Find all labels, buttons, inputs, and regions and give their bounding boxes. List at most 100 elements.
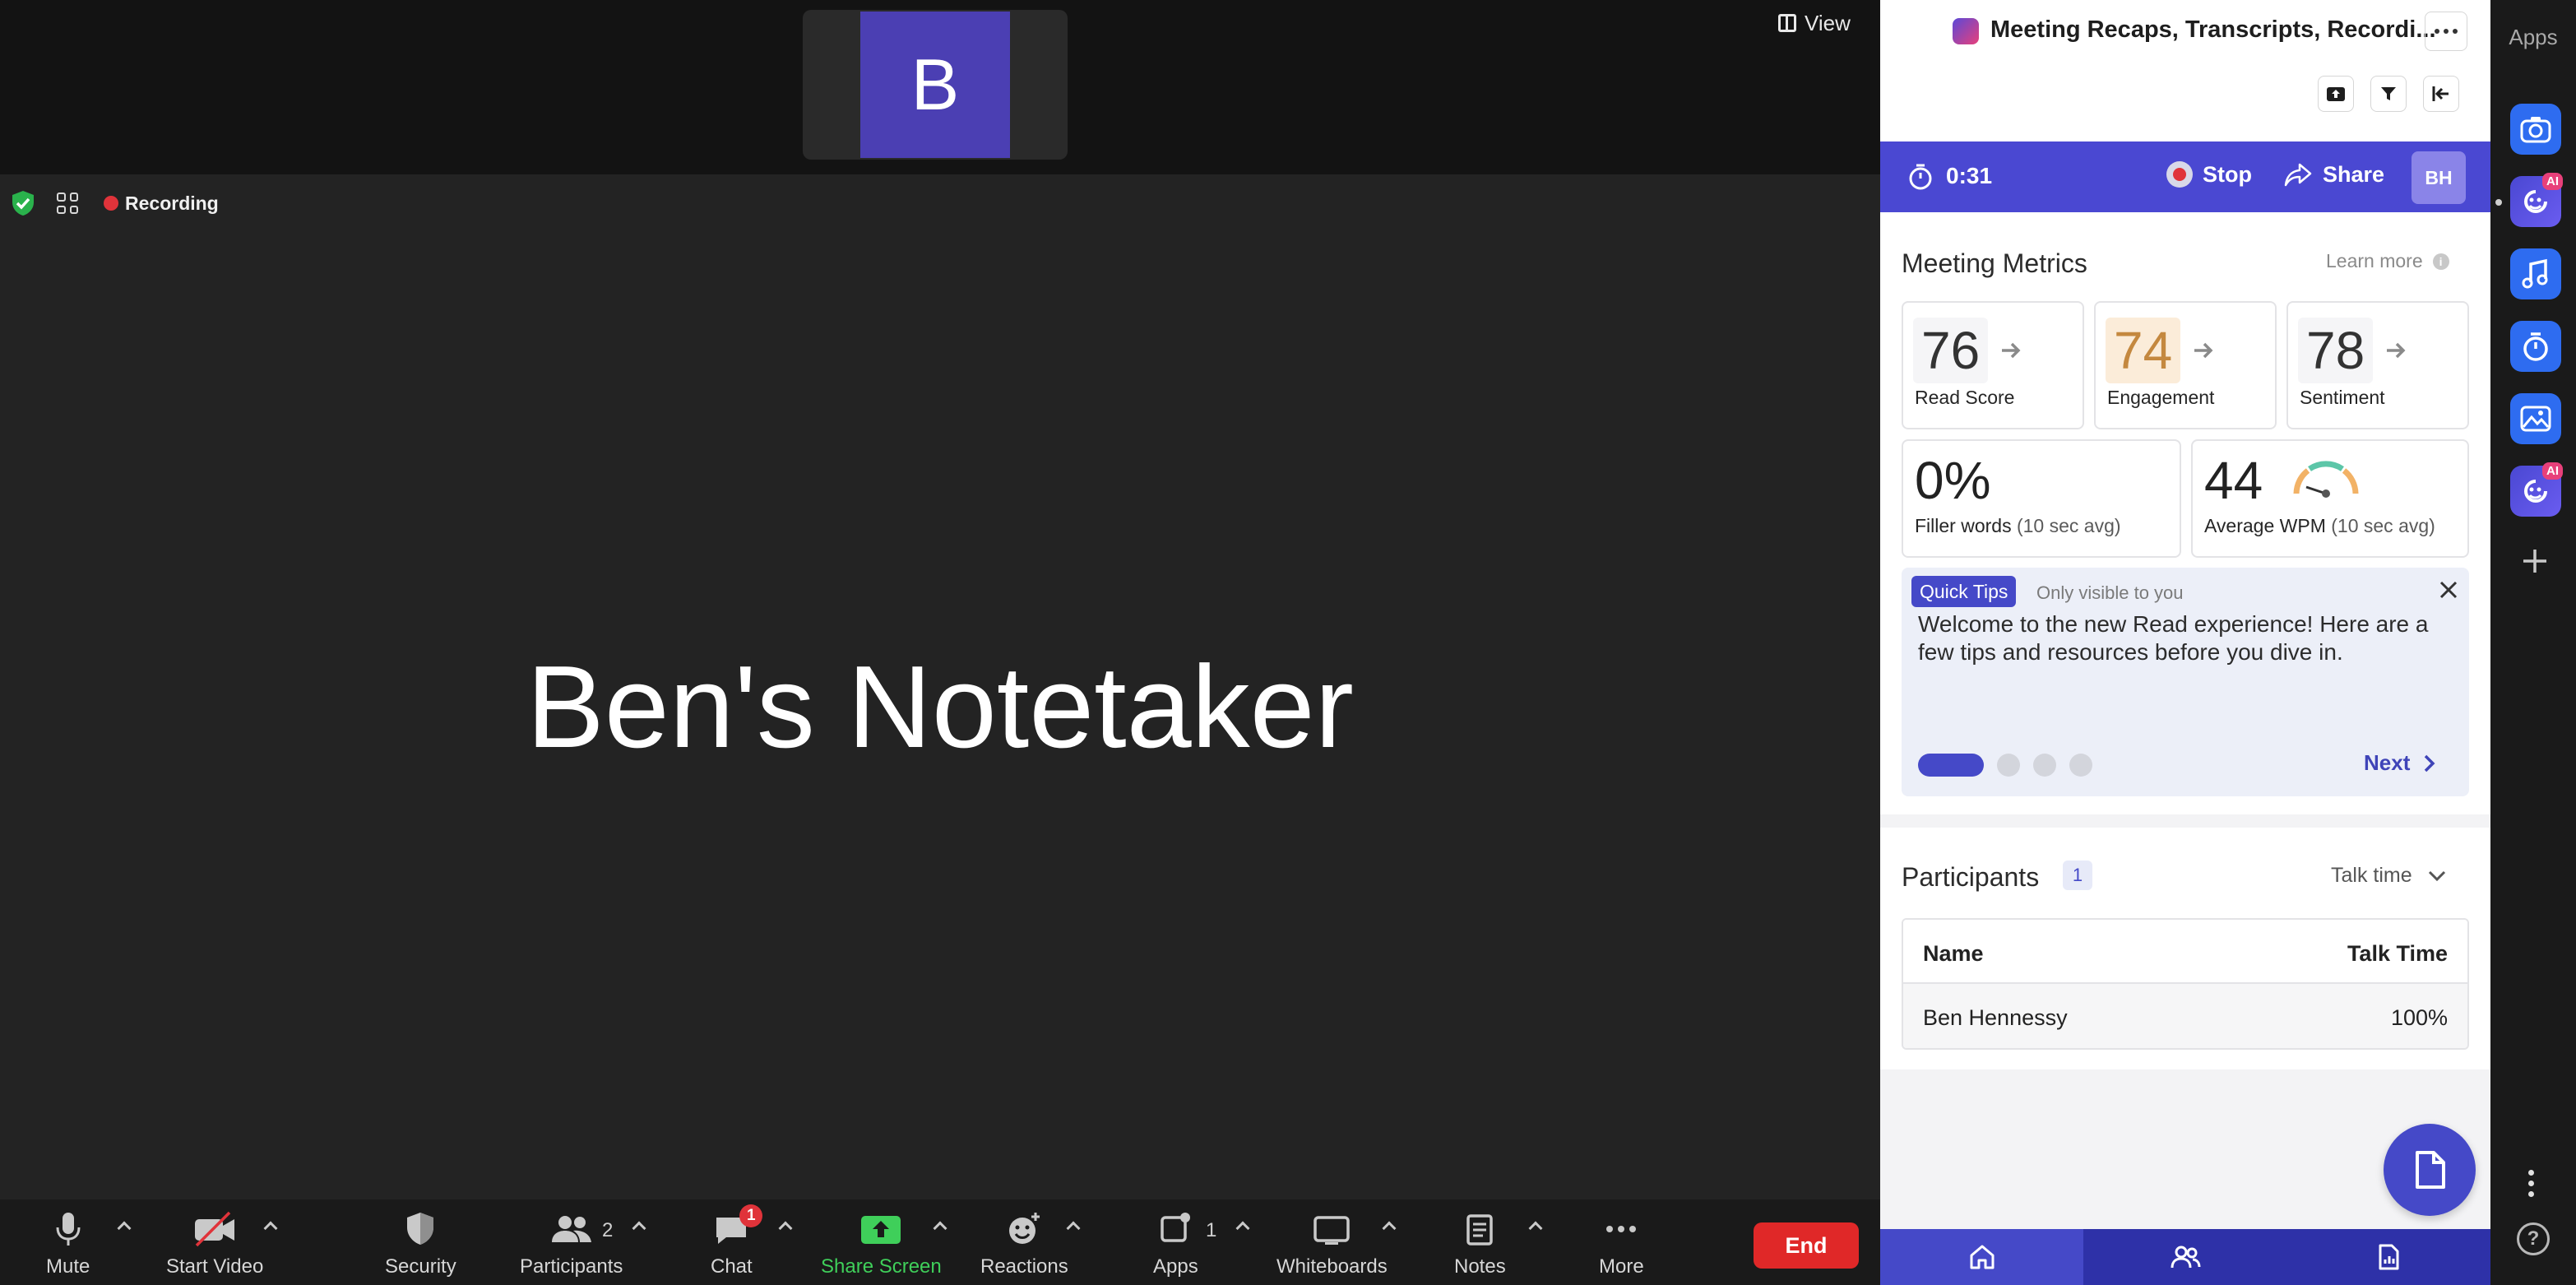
sentiment-card[interactable]: 78 Sentiment (2286, 301, 2469, 429)
nav-tab-reports[interactable] (2287, 1229, 2490, 1285)
panel-bottom-nav (1880, 1229, 2490, 1285)
mute-button[interactable]: Mute (46, 1208, 90, 1282)
more-dots-icon (1601, 1208, 1641, 1250)
more-button[interactable]: More (1599, 1208, 1644, 1282)
rail-app-read-ai-2[interactable]: AI (2510, 462, 2563, 517)
tips-next-button[interactable]: Next (2364, 750, 2436, 776)
meeting-area: B View Recording Ben's Notetaker Mute St… (0, 0, 1880, 1285)
apps-options-caret[interactable] (1235, 1219, 1250, 1234)
audio-options-caret[interactable] (117, 1219, 132, 1234)
table-header: Name Talk Time (1903, 920, 2467, 984)
reactions-label: Reactions (980, 1255, 1068, 1278)
chevron-right-icon (2425, 754, 2435, 772)
reactions-options-caret[interactable] (1066, 1219, 1081, 1234)
filler-words-value: 0% (1915, 451, 1991, 510)
meeting-info-grid-icon[interactable] (53, 188, 82, 218)
recording-dot-icon (104, 196, 118, 211)
nav-tab-home[interactable] (1880, 1229, 2084, 1285)
chat-button[interactable]: 1 Chat (711, 1204, 763, 1282)
chat-bubble-icon: 1 (711, 1204, 763, 1250)
panel-popout-button[interactable] (2318, 76, 2354, 112)
whiteboards-button[interactable]: Whiteboards (1276, 1208, 1388, 1282)
end-meeting-button[interactable]: End (1754, 1222, 1859, 1269)
read-score-value: 76 (1913, 318, 1989, 383)
table-row[interactable]: Ben Hennessy 100% (1903, 984, 2467, 1048)
arrow-right-icon (2387, 342, 2406, 359)
document-fab-button[interactable] (2384, 1124, 2476, 1216)
rail-app-backgrounds[interactable] (2510, 393, 2561, 444)
stopwatch-icon (1909, 164, 1932, 190)
learn-more-label: Learn more (2326, 250, 2423, 271)
quick-tips-card: Quick Tips Only visible to you Welcome t… (1902, 568, 2469, 796)
active-participant-name: Ben's Notetaker (526, 642, 1354, 772)
participant-thumbnail[interactable]: B (803, 10, 1068, 160)
engagement-label: Engagement (2107, 387, 2215, 408)
col-talk-time-header[interactable]: Talk Time (2347, 941, 2448, 967)
wpm-gauge-icon (2293, 461, 2359, 498)
chat-options-caret[interactable] (778, 1219, 793, 1234)
tips-page-dot[interactable] (1997, 754, 2020, 777)
report-icon (2379, 1244, 2399, 1270)
panel-filter-button[interactable] (2370, 76, 2407, 112)
more-label: More (1599, 1255, 1644, 1278)
participants-sort-dropdown[interactable]: Talk time (2331, 864, 2447, 888)
stop-recording-button[interactable]: Stop (2166, 161, 2252, 188)
whiteboards-options-caret[interactable] (1382, 1219, 1397, 1234)
security-button[interactable]: Security (385, 1208, 456, 1282)
tips-text: Welcome to the new Read experience! Here… (1918, 611, 2429, 665)
notes-button[interactable]: Notes (1454, 1208, 1506, 1282)
camera-icon (2520, 117, 2551, 143)
encryption-shield-icon[interactable] (8, 188, 38, 218)
view-layout-icon (1778, 14, 1796, 32)
add-app-icon[interactable] (2518, 545, 2551, 578)
share-screen-button[interactable]: Share Screen (821, 1208, 942, 1282)
panel-more-button[interactable] (2425, 12, 2467, 51)
landscape-icon (2520, 406, 2551, 432)
rail-app-read-ai[interactable]: AI (2510, 173, 2563, 227)
whiteboards-label: Whiteboards (1276, 1255, 1388, 1278)
recording-timer-bar: 0:31 Stop Share BH (1880, 141, 2490, 212)
share-arrow-icon (2284, 163, 2312, 187)
panel-collapse-button[interactable] (2423, 76, 2459, 112)
rail-app-camera[interactable] (2510, 104, 2561, 155)
average-wpm-value: 44 (2204, 451, 2263, 510)
rail-app-music[interactable] (2510, 248, 2561, 299)
participants-section: Participants 1 Talk time Name Talk Time … (1880, 828, 2490, 1069)
metrics-title: Meeting Metrics (1902, 248, 2087, 278)
reactions-button[interactable]: Reactions (980, 1208, 1068, 1282)
reactions-smiley-icon (1004, 1208, 1044, 1250)
video-options-caret[interactable] (263, 1219, 278, 1234)
ai-badge-icon: AI (2542, 173, 2563, 190)
tips-page-dot[interactable] (2033, 754, 2056, 777)
read-ai-app-icon (2524, 190, 2547, 213)
read-score-card[interactable]: 76 Read Score (1902, 301, 2084, 429)
col-name-header[interactable]: Name (1923, 941, 1984, 967)
apps-count: 1 (1206, 1219, 1217, 1241)
rail-app-timer[interactable] (2510, 321, 2561, 372)
learn-more-link[interactable]: Learn more i (2326, 250, 2449, 272)
average-wpm-label: Average WPM (2204, 515, 2326, 536)
average-wpm-card[interactable]: 44 Average WPM (10 sec avg) (2191, 439, 2469, 558)
rail-more-options[interactable] (2528, 1170, 2534, 1197)
recording-indicator[interactable]: Recording (104, 193, 219, 215)
view-button[interactable]: View (1778, 8, 1851, 38)
participants-options-caret[interactable] (632, 1219, 646, 1234)
filler-words-card[interactable]: 0% Filler words (10 sec avg) (1902, 439, 2181, 558)
engagement-card[interactable]: 74 Engagement (2094, 301, 2277, 429)
notes-options-caret[interactable] (1528, 1219, 1543, 1234)
share-options-caret[interactable] (933, 1219, 947, 1234)
participants-title: Participants (1902, 862, 2040, 892)
help-icon[interactable]: ? (2517, 1222, 2550, 1255)
close-icon[interactable] (2436, 578, 2461, 602)
nav-tab-people[interactable] (2083, 1229, 2286, 1285)
meeting-toolbar: Mute Start Video Security Participants 2 (0, 1199, 1880, 1285)
share-button[interactable]: Share (2283, 161, 2384, 188)
tips-page-dot-active[interactable] (1918, 754, 1984, 777)
start-video-button[interactable]: Start Video (166, 1208, 263, 1282)
arrow-right-icon (2194, 342, 2213, 359)
start-video-label: Start Video (166, 1255, 264, 1278)
filler-words-label-row: Filler words (10 sec avg) (1915, 515, 2121, 537)
user-avatar[interactable]: BH (2412, 151, 2466, 204)
tips-page-dot[interactable] (2069, 754, 2092, 777)
apps-button[interactable]: Apps (1153, 1208, 1198, 1282)
